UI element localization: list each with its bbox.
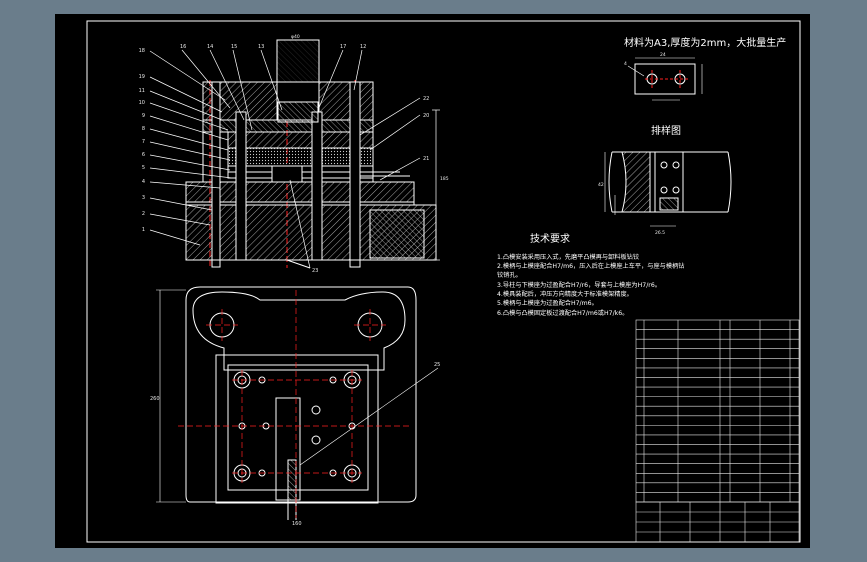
- callout-label: 11: [139, 88, 145, 94]
- callout-label: 15: [231, 44, 237, 50]
- tech-requirements-title: 技术要求: [530, 232, 570, 245]
- callout-label: 17: [340, 44, 346, 50]
- dimension-label: 24: [660, 52, 666, 58]
- callout-label: 6: [142, 152, 145, 158]
- dimension-label: 160: [292, 521, 302, 527]
- tech-line: 5.模柄与上模座为过盈配合H7/m6。: [497, 299, 598, 307]
- tech-line: 铰销孔。: [497, 271, 522, 279]
- callout-label: 19: [139, 74, 145, 80]
- callout-label: 8: [142, 126, 145, 132]
- tech-line: 2.模柄与上模座配合H7/m6，压入后在上模座上车平，与座与模柄钻: [497, 262, 684, 270]
- tech-line: 4.模具装配后，冲压方向精度大于标准模架精度。: [497, 290, 633, 298]
- dimension-label: 185: [440, 176, 449, 182]
- callout-label: 25: [434, 362, 440, 368]
- drawing-sheet: [55, 14, 810, 548]
- callout-label: 10: [139, 100, 145, 106]
- callout-label: 5: [142, 165, 145, 171]
- callout-label: 12: [360, 44, 366, 50]
- callout-label: 14: [207, 44, 213, 50]
- callout-label: 1: [142, 227, 145, 233]
- tech-line: 6.凸模与凸模固定板过渡配合H7/m6或H7/k6。: [497, 309, 628, 317]
- dimension-label: 4: [624, 61, 627, 67]
- callout-label: 2: [142, 211, 145, 217]
- cad-drawing-canvas: 18 19 11 10 9 8 7 6 5 4 3 2 1 16 14 15 1…: [55, 14, 810, 548]
- callout-label: 23: [312, 268, 318, 274]
- material-note: 材料为A3,厚度为2mm，大批量生产: [624, 36, 786, 49]
- callout-label: 4: [142, 179, 145, 185]
- dimension-label: 260: [150, 396, 160, 402]
- layout-title: 排样图: [651, 124, 681, 137]
- dimension-label: 42: [598, 182, 604, 188]
- callout-label: 9: [142, 113, 145, 119]
- callout-label: 16: [180, 44, 186, 50]
- callout-label: 20: [423, 113, 429, 119]
- callout-label: 3: [142, 195, 145, 201]
- callout-label: 7: [142, 139, 145, 145]
- tech-line: 3.导柱与下模座为过盈配合H7/r6，导套与上模座为H7/r6。: [497, 281, 661, 289]
- dimension-label: 26.5: [655, 230, 665, 236]
- callout-label: 18: [139, 48, 145, 54]
- callout-label: 13: [258, 44, 264, 50]
- callout-label: 21: [423, 156, 429, 162]
- callout-label: 22: [423, 96, 429, 102]
- dimension-label: φ40: [291, 34, 300, 40]
- tech-line: 1.凸模安装采用压入式，先磨平凸模再与卸料板钻铰: [497, 253, 639, 261]
